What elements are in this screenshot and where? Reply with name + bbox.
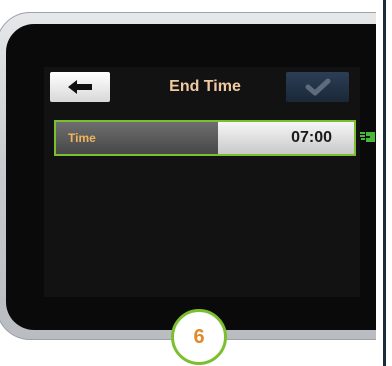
time-row-label-area: Time: [56, 122, 218, 154]
time-row[interactable]: Time 07:00: [54, 120, 356, 156]
checkmark-icon: [305, 78, 330, 96]
step-badge: 6: [171, 309, 227, 365]
arrow-left-icon: [68, 80, 92, 94]
pointing-hand-icon: [360, 132, 375, 142]
time-value: 07:00: [291, 129, 332, 146]
stage: End Time Time 07:00 6: [0, 0, 392, 366]
time-label: Time: [68, 131, 96, 145]
time-row-value-area[interactable]: 07:00: [218, 122, 354, 154]
page-title: End Time: [169, 78, 241, 95]
right-panel-divider: [383, 0, 386, 366]
confirm-button[interactable]: [286, 72, 349, 102]
back-button[interactable]: [50, 72, 110, 102]
step-number: 6: [193, 325, 205, 348]
